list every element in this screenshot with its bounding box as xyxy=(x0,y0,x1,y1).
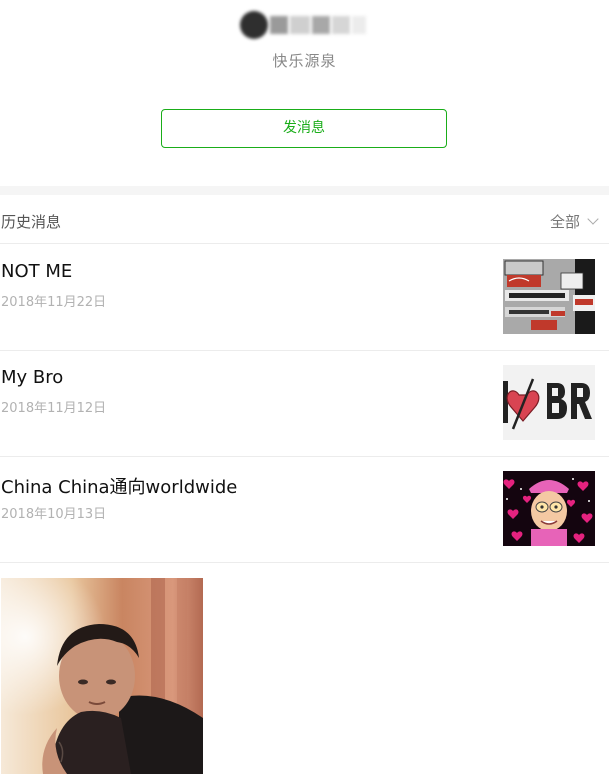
chevron-down-icon xyxy=(587,213,599,225)
heart-bro-text-icon xyxy=(503,365,595,440)
account-subtitle: 快乐源泉 xyxy=(272,52,337,70)
profile-header: 快乐源泉 发消息 xyxy=(0,0,609,186)
article-title: China China通向worldwide xyxy=(1,477,238,498)
article-date: 2018年10月13日 xyxy=(1,507,107,522)
article-item[interactable]: My Bro 2018年11月12日 xyxy=(0,351,609,457)
filter-dropdown[interactable]: 全部 xyxy=(549,211,599,232)
article-item[interactable]: China China通向worldwide 2018年10月13日 xyxy=(0,457,609,563)
cartoon-avatar-hearts-icon xyxy=(503,471,595,546)
article-date: 2018年11月22日 xyxy=(1,295,107,310)
article-history-page: 快乐源泉 发消息 历史消息 全部 NOT ME 2018年11月22日 My B… xyxy=(0,0,609,774)
article-title: My Bro xyxy=(1,367,64,388)
section-divider xyxy=(0,186,609,195)
fashion-label-collage-icon xyxy=(503,259,595,334)
article-date: 2018年11月12日 xyxy=(1,401,107,416)
article-item[interactable]: NOT ME 2018年11月22日 xyxy=(0,245,609,351)
history-header: 历史消息 全部 xyxy=(0,195,609,244)
article-title: NOT ME xyxy=(1,261,73,282)
history-title: 历史消息 xyxy=(1,213,62,231)
portrait-photo xyxy=(1,578,203,774)
filter-label: 全部 xyxy=(549,213,580,231)
send-message-button[interactable]: 发消息 xyxy=(161,109,447,148)
blurred-account-name xyxy=(236,10,370,40)
